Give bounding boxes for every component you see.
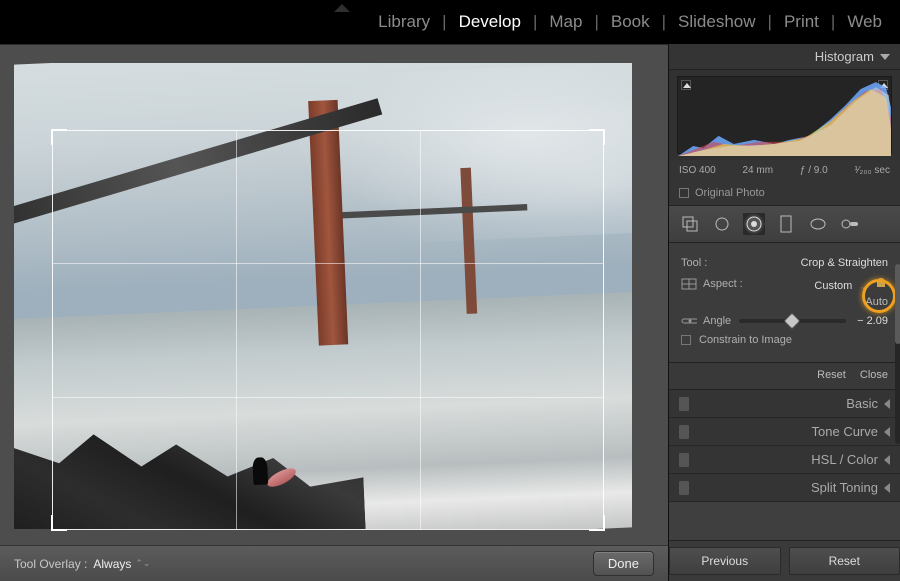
tool-label: Tool : [681, 257, 707, 269]
panel-basic-label: Basic [846, 396, 878, 411]
panel-tone-curve[interactable]: Tone Curve [669, 418, 900, 446]
histogram-chart[interactable] [677, 76, 892, 154]
panel-footer: Previous Reset [669, 540, 900, 581]
crop-handle-tr[interactable] [589, 129, 605, 145]
nav-book[interactable]: Book [607, 12, 654, 32]
angle-value[interactable]: − 2.09 [854, 315, 888, 327]
angle-level-icon [681, 314, 697, 328]
crop-tool-icon[interactable] [679, 213, 701, 235]
panel-scrollbar[interactable] [895, 264, 900, 444]
exif-iso: ISO 400 [679, 165, 716, 176]
disclosure-left-icon [884, 455, 890, 465]
crop-close-button[interactable]: Close [860, 369, 888, 381]
crop-overlay[interactable] [52, 130, 604, 530]
panel-hsl-color[interactable]: HSL / Color [669, 446, 900, 474]
panel-collapse-top-icon[interactable] [334, 4, 350, 12]
exif-focal: 24 mm [743, 165, 774, 176]
tool-overlay-value[interactable]: Always [93, 557, 131, 571]
develop-toolstrip [669, 206, 900, 243]
angle-label: Angle [703, 315, 731, 327]
crop-panel: Tool : Crop & Straighten Aspect : Custom… [669, 243, 900, 363]
reset-button[interactable]: Reset [789, 547, 900, 575]
constrain-checkbox[interactable] [681, 335, 691, 345]
aspect-lock-icon[interactable] [874, 280, 888, 292]
exif-readout: ISO 400 24 mm ƒ / 9.0 ¹⁄₂₀₀ sec [669, 160, 900, 181]
crop-reset-button[interactable]: Reset [817, 369, 846, 381]
panel-split-toning-label: Split Toning [811, 480, 878, 495]
disclosure-left-icon [884, 399, 890, 409]
tool-overlay-chevron-icon[interactable]: ⌃⌄ [135, 558, 150, 569]
disclosure-down-icon [880, 54, 890, 60]
exif-aperture: ƒ / 9.0 [800, 165, 828, 176]
scrollbar-thumb[interactable] [895, 264, 900, 344]
done-button[interactable]: Done [593, 551, 654, 576]
panel-hsl-color-label: HSL / Color [811, 452, 878, 467]
original-photo-toggle[interactable]: Original Photo [669, 181, 900, 206]
right-panel: Histogram ISO 400 24 mm ƒ / 9.0 ¹⁄₂₀₀ se… [668, 44, 900, 581]
histogram-panel-header[interactable]: Histogram [669, 44, 900, 70]
aspect-label: Aspect : [703, 278, 743, 290]
image-canvas[interactable]: Tool Overlay : Always ⌃⌄ Done [0, 44, 668, 581]
panel-tone-curve-label: Tone Curve [812, 424, 878, 439]
constrain-label: Constrain to Image [699, 334, 792, 346]
nav-develop[interactable]: Develop [455, 12, 525, 32]
aspect-value[interactable]: Custom [814, 280, 852, 292]
crop-handle-bl[interactable] [51, 515, 67, 531]
tool-overlay-label: Tool Overlay : [14, 557, 87, 571]
panel-split-toning[interactable]: Split Toning [669, 474, 900, 502]
nav-slideshow[interactable]: Slideshow [674, 12, 760, 32]
crop-handle-br[interactable] [589, 515, 605, 531]
angle-auto-button[interactable]: Auto [681, 296, 888, 308]
nav-web[interactable]: Web [843, 12, 886, 32]
redeye-tool-icon[interactable] [743, 213, 765, 235]
adjustment-brush-tool-icon[interactable] [839, 213, 861, 235]
radial-filter-tool-icon[interactable] [807, 213, 829, 235]
slider-knob[interactable] [784, 313, 801, 330]
nav-library[interactable]: Library [374, 12, 434, 32]
checkbox-icon[interactable] [679, 188, 689, 198]
graduated-filter-tool-icon[interactable] [775, 213, 797, 235]
previous-button[interactable]: Previous [669, 547, 781, 575]
panel-basic[interactable]: Basic [669, 390, 900, 418]
module-picker: Library| Develop| Map| Book| Slideshow| … [0, 0, 900, 44]
exif-shutter: ¹⁄₂₀₀ sec [854, 165, 890, 176]
disclosure-left-icon [884, 427, 890, 437]
nav-print[interactable]: Print [780, 12, 823, 32]
crop-handle-tl[interactable] [51, 129, 67, 145]
spot-removal-tool-icon[interactable] [711, 213, 733, 235]
tool-name: Crop & Straighten [801, 257, 888, 269]
original-photo-label: Original Photo [695, 187, 765, 199]
histogram-title: Histogram [815, 49, 874, 64]
canvas-toolbar: Tool Overlay : Always ⌃⌄ Done [0, 545, 668, 581]
aspect-icon [681, 277, 697, 291]
aspect-dropdown-icon[interactable]: ⌄ [859, 281, 867, 291]
angle-slider[interactable] [739, 319, 846, 323]
disclosure-left-icon [884, 483, 890, 493]
nav-map[interactable]: Map [545, 12, 586, 32]
